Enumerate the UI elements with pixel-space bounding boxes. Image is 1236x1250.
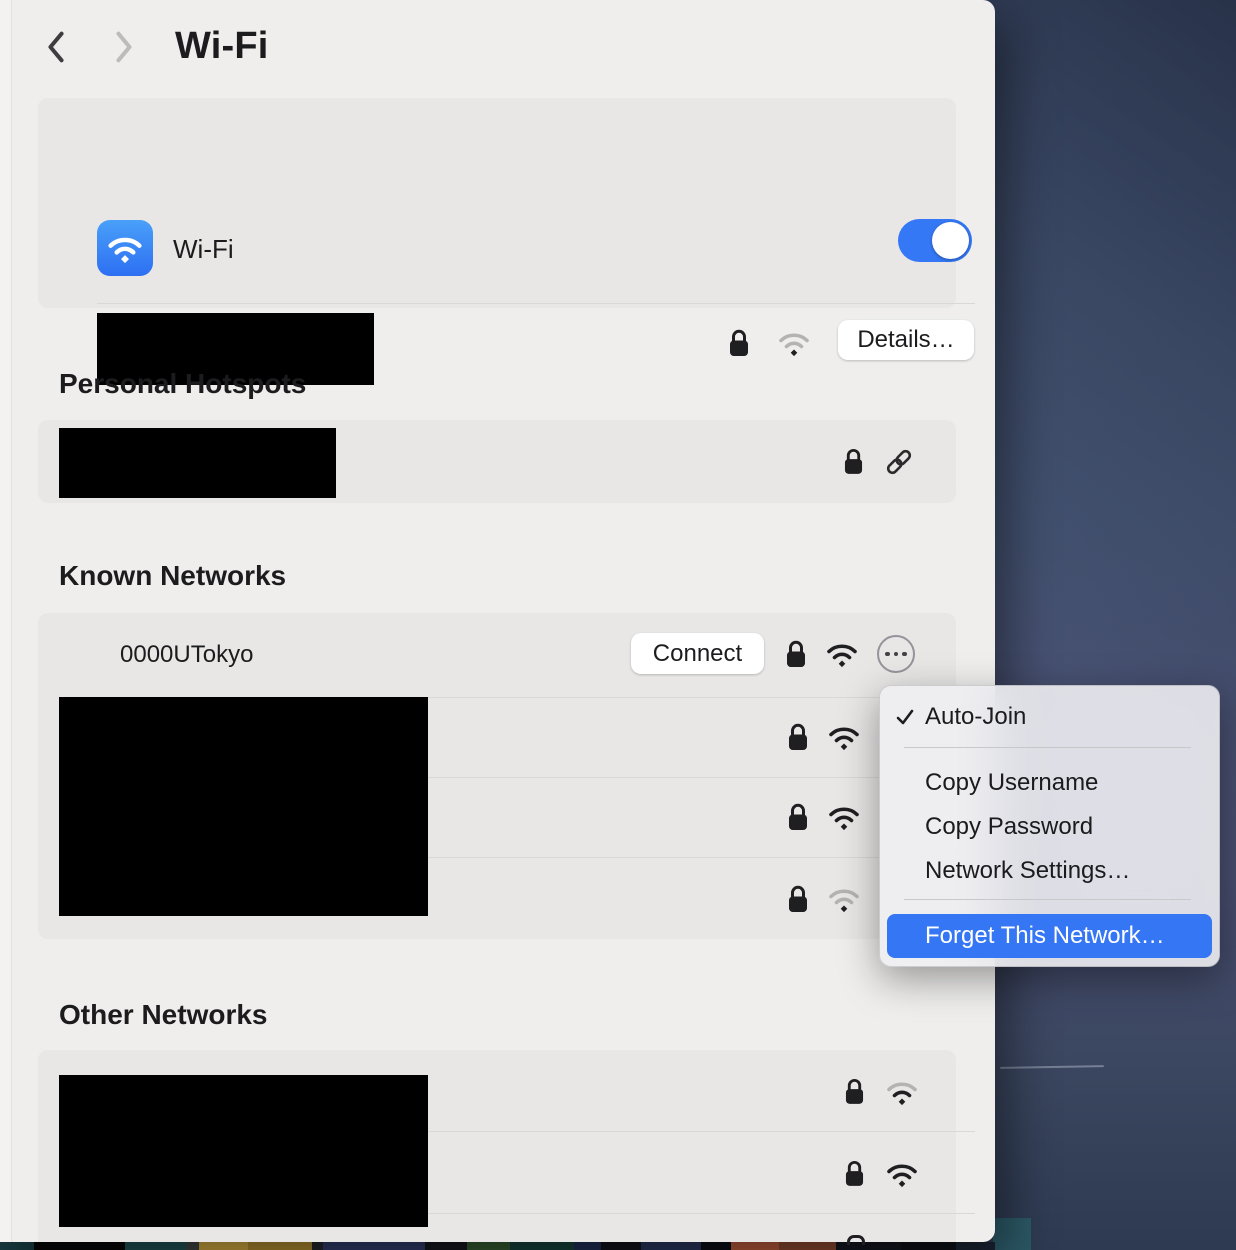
chevron-right-icon	[114, 30, 134, 64]
details-button[interactable]: Details…	[838, 320, 974, 360]
page-title: Wi-Fi	[175, 25, 269, 68]
wallpaper-teal-patch	[993, 1218, 1031, 1250]
menu-item-label: Forget This Network…	[925, 922, 1165, 950]
menu-item-copy-password[interactable]: Copy Password	[879, 807, 1220, 847]
menu-item-label: Auto-Join	[925, 703, 1026, 731]
menu-item-auto-join[interactable]: Auto-Join	[879, 697, 1220, 737]
more-options-button[interactable]	[877, 635, 915, 673]
wifi-signal-strong-icon	[827, 723, 861, 751]
network-name: 0000UTokyo	[120, 641, 253, 669]
menu-item-label: Copy Password	[925, 813, 1093, 841]
menu-item-copy-username[interactable]: Copy Username	[879, 763, 1220, 803]
separator	[97, 303, 975, 304]
lock-icon	[845, 1159, 864, 1188]
menu-separator	[904, 899, 1191, 900]
section-heading-known-networks: Known Networks	[59, 560, 286, 592]
lock-icon	[788, 884, 808, 914]
wifi-signal-strong-icon	[825, 640, 859, 668]
wifi-signal-weak-icon	[827, 885, 861, 913]
connect-button[interactable]: Connect	[631, 633, 764, 674]
personal-hotspots-card	[38, 420, 956, 503]
redacted-network-names	[59, 1075, 428, 1227]
chevron-left-icon	[46, 30, 66, 64]
checkmark-icon	[895, 707, 915, 727]
wifi-signal-medium-icon	[885, 1078, 919, 1106]
link-icon	[884, 447, 914, 477]
back-button[interactable]	[42, 28, 70, 66]
redacted-network-name	[59, 428, 336, 498]
lock-icon	[786, 639, 806, 669]
forward-button[interactable]	[110, 28, 138, 66]
wifi-signal-strong-icon	[827, 803, 861, 831]
menu-item-label: Network Settings…	[925, 857, 1130, 885]
wifi-signal-strong-icon	[885, 1160, 919, 1188]
lock-icon	[729, 328, 749, 358]
toggle-knob	[932, 222, 969, 259]
lock-icon-partial	[847, 1235, 865, 1245]
wifi-app-icon	[97, 220, 153, 276]
system-settings-window: Wi-Fi Wi-Fi Details… Personal Hotspots	[0, 0, 995, 1242]
lock-icon	[788, 802, 808, 832]
known-networks-card: 0000UTokyo	[38, 613, 956, 939]
menu-separator	[904, 747, 1191, 748]
menu-item-label: Copy Username	[925, 769, 1098, 797]
lock-icon	[844, 447, 863, 476]
sidebar-edge	[0, 0, 12, 1242]
redacted-network-names	[59, 697, 428, 916]
dock-strip	[0, 1242, 995, 1250]
menu-item-network-settings[interactable]: Network Settings…	[879, 851, 1220, 891]
wifi-signal-weak-icon	[777, 329, 811, 357]
ellipsis-icon	[885, 652, 890, 657]
wifi-toggle-card: Wi-Fi Details…	[38, 98, 956, 308]
other-networks-card	[38, 1050, 956, 1242]
wifi-toggle[interactable]	[898, 219, 972, 262]
section-heading-personal-hotspots: Personal Hotspots	[59, 368, 306, 400]
lock-icon	[788, 722, 808, 752]
menu-item-forget-network[interactable]: Forget This Network…	[887, 914, 1212, 958]
wifi-label: Wi-Fi	[173, 234, 234, 265]
section-heading-other-networks: Other Networks	[59, 999, 268, 1031]
lock-icon	[845, 1077, 864, 1106]
